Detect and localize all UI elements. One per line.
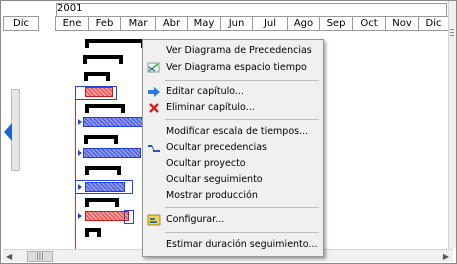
menu-separator	[165, 207, 319, 208]
menu-item-ver-diagrama-precedencias[interactable]: Ver Diagrama de Precedencias	[143, 43, 323, 59]
month-ago: Ago	[287, 16, 320, 31]
summary-bar[interactable]	[85, 166, 121, 175]
month-sep: Sep	[319, 16, 353, 31]
splitter-handle[interactable]	[11, 89, 20, 171]
gantt-window: 2001 Dic Ene Feb Mar Abr May Jun Jul Ago…	[0, 0, 457, 264]
month-ene: Ene	[55, 16, 89, 31]
year-label: 2001	[57, 3, 83, 14]
time-space-diagram-icon	[147, 61, 161, 75]
month-oct: Oct	[352, 16, 386, 31]
task-bar-red[interactable]	[85, 211, 129, 221]
scroll-thumb[interactable]: |||	[27, 251, 53, 262]
vertical-scrollbar[interactable]	[448, 1, 456, 249]
menu-item-ocultar-precedencias[interactable]: Ocultar precedencias	[143, 140, 323, 156]
menu-item-modificar-escala[interactable]: Modificar escala de tiempos...	[143, 124, 323, 140]
month-dic-2001: Dic	[418, 16, 449, 31]
task-bar-blue[interactable]	[83, 117, 145, 127]
menu-item-mostrar-produccion[interactable]: Mostrar producción	[143, 188, 323, 204]
scroll-left-icon[interactable]: ◀	[6, 252, 12, 261]
blue-arrow-icon	[147, 85, 161, 99]
month-header: Dic Ene Feb Mar Abr May Jun Jul Ago Sep …	[3, 16, 449, 31]
link-arrow	[78, 150, 82, 156]
summary-bar[interactable]	[85, 228, 101, 237]
menu-item-ocultar-seguimiento[interactable]: Ocultar seguimiento	[143, 172, 323, 188]
summary-bar[interactable]	[85, 39, 145, 48]
year-header: 2001	[3, 3, 447, 16]
year-cell	[56, 3, 447, 16]
month-abr: Abr	[155, 16, 188, 31]
menu-item-estimar-duracion[interactable]: Estimar duración seguimiento...	[143, 237, 323, 253]
link-arrow	[78, 184, 82, 190]
menu-separator	[165, 232, 319, 233]
summary-bar[interactable]	[83, 55, 123, 64]
summary-bar[interactable]	[85, 198, 119, 207]
task-bar-blue[interactable]	[83, 148, 141, 158]
scroll-right-icon[interactable]: ▶	[443, 252, 449, 261]
month-mar: Mar	[120, 16, 156, 31]
month-nov: Nov	[385, 16, 419, 31]
configure-icon	[147, 213, 161, 227]
context-menu: Ver Diagrama de Precedencias Ver Diagram…	[142, 39, 324, 257]
menu-item-editar-capitulo[interactable]: Editar capítulo...	[143, 84, 323, 100]
month-feb: Feb	[88, 16, 121, 31]
summary-bar[interactable]	[84, 72, 110, 81]
expand-left-icon[interactable]	[4, 123, 12, 141]
summary-bar[interactable]	[85, 104, 125, 113]
link-arrow	[78, 119, 82, 125]
menu-item-eliminar-capitulo[interactable]: Eliminar capítulo...	[143, 100, 323, 116]
menu-item-ocultar-proyecto[interactable]: Ocultar proyecto	[143, 156, 323, 172]
precedence-icon	[147, 141, 161, 155]
menu-separator	[165, 80, 319, 81]
task-bar-blue[interactable]	[85, 182, 125, 192]
menu-item-configurar[interactable]: Configurar...	[143, 212, 323, 228]
month-jun: Jun	[220, 16, 253, 31]
month-dic-2000: Dic	[3, 16, 39, 31]
month-jul: Jul	[252, 16, 288, 31]
task-bar-red[interactable]	[85, 87, 113, 97]
menu-separator	[165, 119, 319, 120]
menu-item-ver-diagrama-espacio-tiempo[interactable]: Ver Diagrama espacio tiempo	[143, 60, 323, 76]
today-line	[75, 99, 76, 249]
link-arrow	[78, 213, 82, 219]
summary-bar[interactable]	[84, 135, 118, 144]
scroll-grip-icon[interactable]	[450, 27, 454, 37]
task-outline	[124, 210, 134, 224]
red-x-icon	[147, 101, 161, 115]
month-may: May	[187, 16, 221, 31]
